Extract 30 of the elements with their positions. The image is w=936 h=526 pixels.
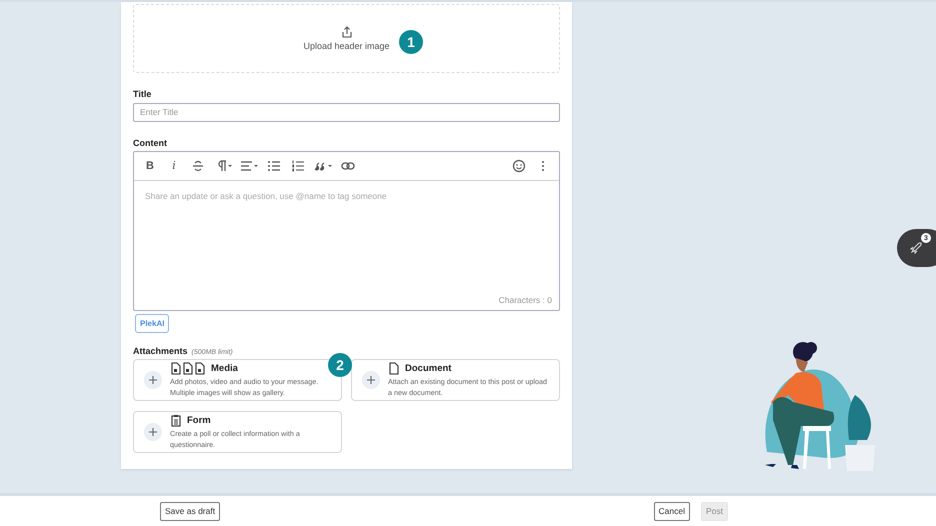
step-badge: 2 [328, 353, 352, 377]
content-editor[interactable]: B i Share an update or ask a question, use @name to tag someone Characters : 0 [133, 150, 560, 310]
field-label: Title [133, 89, 152, 99]
bold-button[interactable]: B [142, 158, 158, 174]
strikethrough-icon [191, 158, 205, 172]
upload-label: Upload header image [303, 41, 390, 51]
rocket-icon [909, 241, 923, 255]
option-title: Media [211, 362, 238, 374]
upload-icon [340, 26, 352, 38]
save-draft-button[interactable]: Save as draft [160, 502, 220, 520]
more-icon [541, 158, 545, 172]
numbered-list-icon [291, 158, 305, 172]
field-label: Content [133, 138, 168, 148]
editor-placeholder: Share an update or ask a question, use @name to tag someone [144, 190, 388, 203]
emoji-button[interactable] [511, 158, 527, 174]
smiley-icon [512, 158, 526, 172]
document-icon [388, 362, 400, 374]
bullet-list-icon [267, 158, 281, 172]
align-icon [240, 158, 258, 172]
cancel-button[interactable]: Cancel [654, 502, 690, 520]
option-title: Form [187, 414, 211, 426]
step-badge: 1 [399, 30, 423, 54]
option-title: Document [405, 362, 452, 374]
clipboard-icon [170, 414, 182, 426]
character-counter: Characters : 0 [498, 294, 552, 304]
title-input[interactable]: Enter Title [133, 102, 560, 122]
media-files-icon [170, 362, 206, 374]
numbered-list-button[interactable] [290, 158, 306, 174]
italic-button[interactable]: i [166, 158, 182, 174]
section-label: Attachments [133, 346, 188, 356]
